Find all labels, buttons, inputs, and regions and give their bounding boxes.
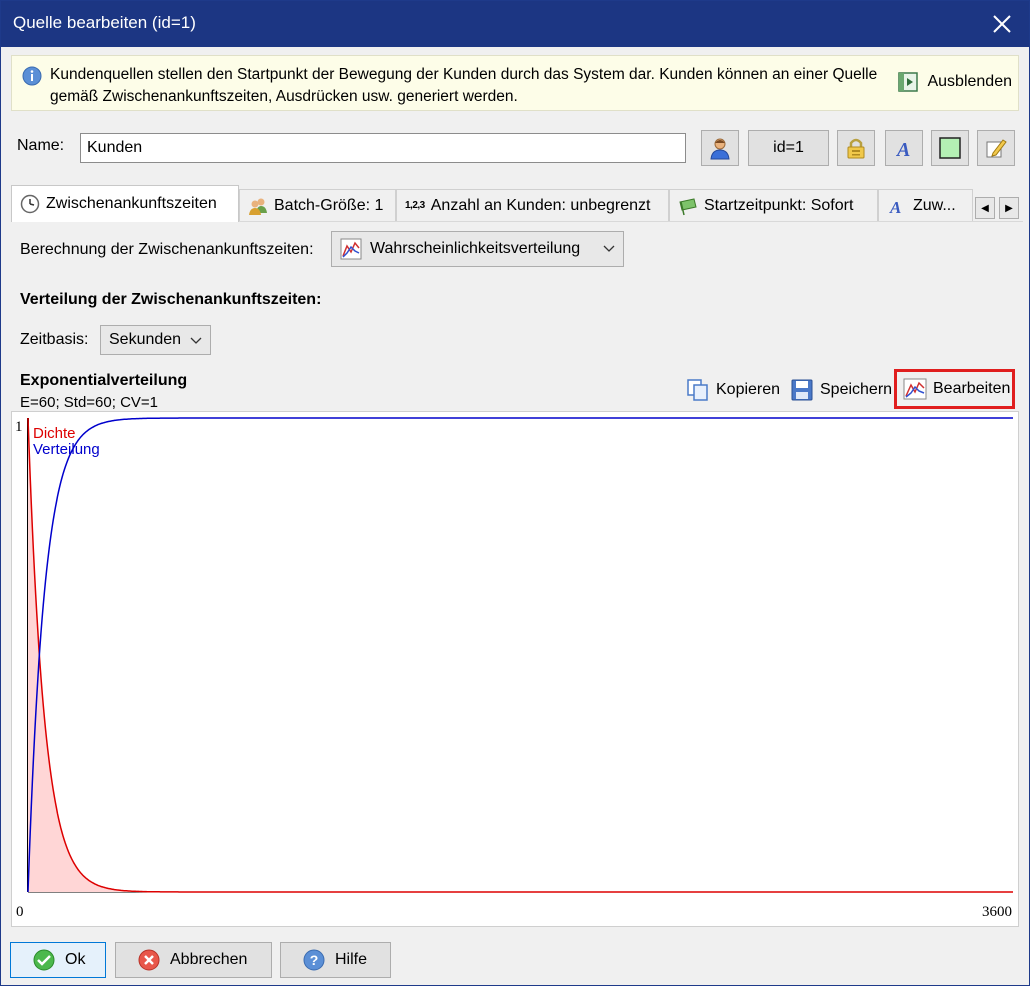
tab-number-of-customers[interactable]: 1,2,3 Anzahl an Kunden: unbegrenzt <box>396 189 669 221</box>
people-icon <box>249 198 267 215</box>
tab-label: Zuw... <box>913 196 956 214</box>
save-icon <box>791 379 813 401</box>
title-bar: Quelle bearbeiten (id=1) <box>1 1 1029 47</box>
distribution-name: Exponentialverteilung <box>20 372 188 389</box>
cancel-icon <box>138 949 160 971</box>
tab-label: Zwischenankunftszeiten <box>46 195 217 212</box>
svg-text:A: A <box>889 198 901 216</box>
chevron-down-icon <box>190 337 202 344</box>
svg-text:?: ? <box>310 952 319 968</box>
hide-info-label: Ausblenden <box>927 73 1012 90</box>
id-label: id=1 <box>773 139 804 156</box>
flag-icon <box>679 197 697 215</box>
svg-text:A: A <box>895 139 910 160</box>
timebase-label: Zeitbasis: <box>20 331 89 348</box>
name-input[interactable] <box>80 133 686 163</box>
color-button[interactable] <box>931 130 969 166</box>
legend-density: Dichte <box>33 425 76 442</box>
copy-icon <box>687 379 708 401</box>
lock-button[interactable] <box>837 130 875 166</box>
copy-label: Kopieren <box>716 381 781 398</box>
id-button[interactable]: id=1 <box>748 130 829 166</box>
info-icon <box>22 66 42 86</box>
y-tick-label: 1 <box>15 419 23 435</box>
window-title: Quelle bearbeiten (id=1) <box>13 13 196 32</box>
distribution-chart: 1 0 3600 Dichte Verteilung <box>11 411 1019 927</box>
save-label: Speichern <box>820 381 893 398</box>
timebase-select[interactable]: Sekunden <box>100 325 211 355</box>
tab-strip: Zwischenankunftszeiten Batch-Größe: 1 1,… <box>11 185 1023 222</box>
save-button[interactable]: Speichern <box>790 375 892 405</box>
hide-panel-icon <box>898 72 919 92</box>
tab-label: Batch-Größe: 1 <box>274 196 384 214</box>
font-icon: A <box>889 198 901 216</box>
distribution-params: E=60; Std=60; CV=1 <box>20 394 159 411</box>
tab-label: Startzeitpunkt: Sofort <box>704 196 854 214</box>
chevron-down-icon <box>603 245 615 252</box>
tab-start-time[interactable]: Startzeitpunkt: Sofort <box>669 189 878 221</box>
tab-label: Anzahl an Kunden: unbegrenzt <box>430 196 651 214</box>
name-label: Name: <box>17 137 65 154</box>
copy-button[interactable]: Kopieren <box>686 375 780 405</box>
clock-icon <box>20 194 40 214</box>
cancel-button[interactable]: Abbrechen <box>115 942 272 978</box>
x-tick-label-min: 0 <box>16 904 24 920</box>
help-button[interactable]: ? Hilfe <box>280 942 391 978</box>
ok-label: Ok <box>65 951 86 968</box>
calc-method-value: Wahrscheinlichkeitsverteilung <box>370 240 581 257</box>
distribution-chart-svg: 1 0 3600 Dichte Verteilung <box>15 417 1013 920</box>
close-icon[interactable] <box>989 9 1015 37</box>
tab-interarrival-times[interactable]: Zwischenankunftszeiten <box>11 185 239 222</box>
info-bar: Kundenquellen stellen den Startpunkt der… <box>11 55 1019 111</box>
tab-scroll-right[interactable]: ▶ <box>999 197 1019 219</box>
dialog-window: Quelle bearbeiten (id=1) Kundenquellen s… <box>0 0 1030 986</box>
edit-distribution-button[interactable]: Bearbeiten <box>894 369 1016 409</box>
edit-properties-button[interactable] <box>977 130 1015 166</box>
density-area <box>28 418 1013 892</box>
timebase-value: Sekunden <box>109 331 182 348</box>
lock-icon <box>847 138 865 159</box>
chevron-right-icon: ▶ <box>1005 202 1013 214</box>
font-button[interactable]: A <box>885 130 923 166</box>
check-icon <box>33 949 55 971</box>
hide-info-button[interactable]: Ausblenden <box>893 64 1016 100</box>
x-tick-label-max: 3600 <box>982 904 1012 920</box>
chevron-left-icon: ◀ <box>981 202 989 214</box>
distribution-chart-icon <box>340 238 362 260</box>
pencil-icon <box>986 139 1007 158</box>
calc-label: Berechnung der Zwischenankunftszeiten: <box>20 241 314 258</box>
edit-distribution-label: Bearbeiten <box>933 380 1011 397</box>
tab-batch-size[interactable]: Batch-Größe: 1 <box>239 189 396 221</box>
tab-assignment[interactable]: A Zuw... <box>878 189 973 221</box>
legend-distribution: Verteilung <box>33 441 100 458</box>
color-swatch-icon <box>939 137 961 159</box>
calc-method-select[interactable]: Wahrscheinlichkeitsverteilung <box>331 231 624 267</box>
density-line <box>27 417 1013 893</box>
cancel-label: Abbrechen <box>170 951 248 968</box>
tab-scroll-left[interactable]: ◀ <box>975 197 995 219</box>
cdf-line <box>27 417 1013 893</box>
help-label: Hilfe <box>335 951 368 968</box>
help-icon: ? <box>303 949 325 971</box>
distribution-heading: Verteilung der Zwischenankunftszeiten: <box>20 291 322 308</box>
distribution-chart-icon <box>903 378 927 400</box>
info-text: Kundenquellen stellen den Startpunkt der… <box>50 66 878 105</box>
customer-type-button[interactable] <box>701 130 739 166</box>
person-icon <box>710 138 730 160</box>
numbers-icon: 1,2,3 <box>405 200 425 211</box>
font-icon: A <box>895 139 910 160</box>
ok-button[interactable]: Ok <box>10 942 106 978</box>
